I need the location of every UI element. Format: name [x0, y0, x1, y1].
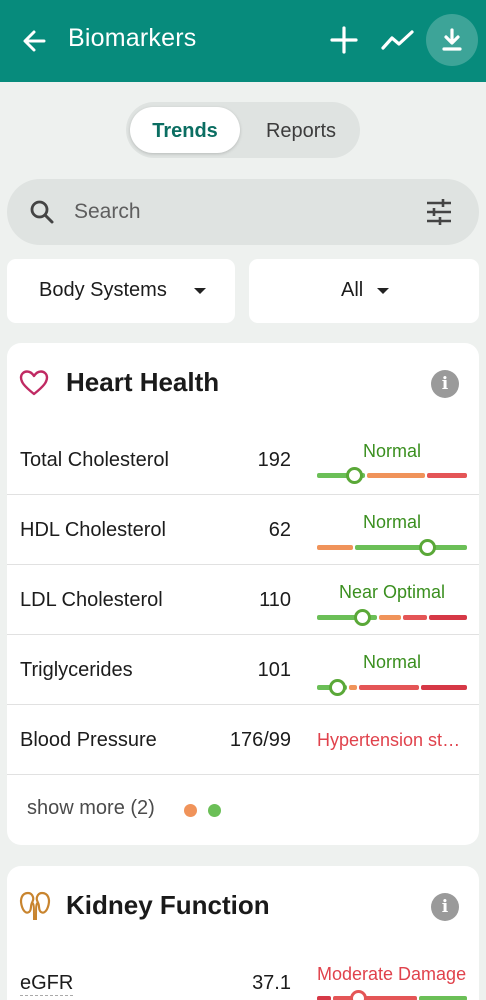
tab-trends-label: Trends	[152, 120, 218, 142]
status-label: Normal	[362, 441, 421, 461]
caret-down-icon	[194, 288, 206, 294]
range-indicator	[419, 539, 436, 556]
biomarker-name: eGFR	[20, 972, 74, 996]
kidney-function-card: Kidney Function i eGFR 37.1 Moderate Dam…	[7, 866, 479, 1000]
search-icon	[30, 200, 54, 224]
search-input[interactable]: Search	[74, 200, 141, 224]
status-label: Normal	[362, 652, 421, 672]
heart-health-card: Heart Health i Total Cholesterol 192 Nor…	[7, 343, 479, 845]
tab-trends[interactable]: Trends	[130, 107, 240, 153]
biomarker-value: 101	[257, 659, 291, 681]
biomarker-row-blood-pressure[interactable]: Blood Pressure 176/99 Hypertension stage…	[7, 705, 479, 775]
app-bar: Biomarkers	[0, 0, 486, 82]
biomarker-name: Total Cholesterol	[20, 449, 169, 471]
card-title: Kidney Function	[66, 890, 270, 920]
body-systems-dropdown[interactable]: Body Systems	[7, 259, 235, 323]
range-indicator	[350, 990, 367, 1000]
caret-down-icon	[377, 288, 389, 294]
biomarker-name: Blood Pressure	[20, 729, 157, 751]
download-icon	[442, 28, 462, 51]
biomarker-value: 192	[257, 449, 291, 471]
status-label: Near Optimal	[338, 582, 446, 602]
biomarker-value: 62	[268, 519, 291, 541]
range-bar	[317, 539, 467, 556]
all-filter-dropdown[interactable]: All	[249, 259, 479, 323]
info-icon[interactable]: i	[431, 893, 459, 921]
search-bar[interactable]: Search	[7, 179, 479, 245]
status-label: Normal	[362, 512, 421, 532]
biomarker-row-hdl-cholesterol[interactable]: HDL Cholesterol 62 Normal	[7, 495, 479, 565]
biomarker-value: 176/99	[229, 729, 291, 751]
body-systems-label: Body Systems	[39, 279, 167, 301]
biomarker-value: 110	[259, 589, 291, 611]
page-title: Biomarkers	[68, 24, 197, 52]
range-bar	[317, 679, 467, 696]
all-filter-label: All	[341, 279, 364, 301]
range-bar	[317, 467, 467, 484]
show-more-link[interactable]: show more (2)	[27, 797, 155, 820]
add-icon[interactable]	[328, 24, 360, 56]
status-dot-green	[208, 804, 221, 817]
view-toggle: Trends Reports	[126, 102, 360, 158]
status-label: Hypertension stage 2	[317, 730, 467, 750]
biomarker-row-egfr[interactable]: eGFR 37.1 Moderate Damage	[7, 948, 479, 1000]
kidney-icon	[19, 891, 51, 921]
biomarker-name: LDL Cholesterol	[20, 589, 163, 611]
biomarker-row-triglycerides[interactable]: Triglycerides 101 Normal	[7, 635, 479, 705]
filter-sliders-icon[interactable]	[425, 199, 453, 225]
biomarker-row-ldl-cholesterol[interactable]: LDL Cholesterol 110 Near Optimal	[7, 565, 479, 635]
status-label: Moderate Damage	[317, 964, 467, 984]
biomarker-value: 37.1	[252, 972, 291, 994]
heart-outline-icon	[19, 370, 49, 396]
range-bar	[317, 990, 467, 1000]
range-indicator	[354, 609, 371, 626]
biomarker-name: HDL Cholesterol	[20, 519, 166, 541]
download-button[interactable]	[426, 14, 478, 66]
card-title: Heart Health	[66, 367, 220, 397]
range-bar	[317, 609, 467, 626]
range-indicator	[329, 679, 346, 696]
back-arrow-icon[interactable]	[18, 24, 52, 58]
status-dot-orange	[184, 804, 197, 817]
trend-line-icon[interactable]	[380, 26, 416, 56]
biomarker-row-total-cholesterol[interactable]: Total Cholesterol 192 Normal	[7, 425, 479, 495]
range-indicator	[346, 467, 363, 484]
info-icon[interactable]: i	[431, 370, 459, 398]
tab-reports[interactable]: Reports	[246, 120, 356, 143]
biomarker-name: Triglycerides	[20, 659, 133, 681]
